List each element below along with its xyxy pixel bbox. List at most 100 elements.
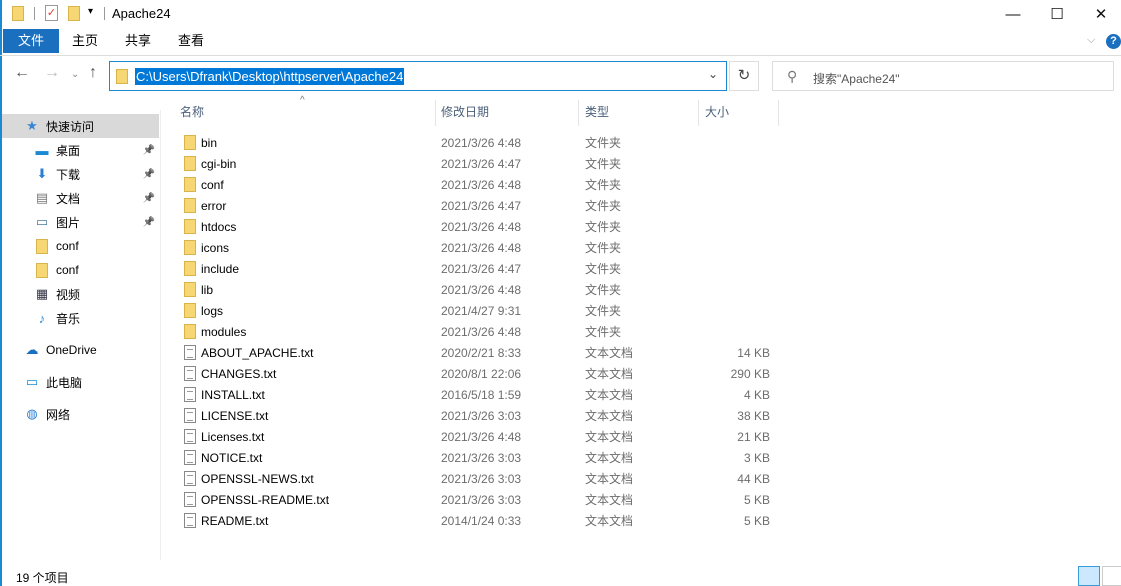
file-row[interactable]: OPENSSL-NEWS.txt 2021/3/26 3:03 文本文档 44 …	[176, 468, 776, 489]
file-type: 文本文档	[585, 472, 634, 486]
forward-button[interactable]: →	[44, 64, 60, 82]
folder-icon	[184, 177, 196, 192]
details-view-button[interactable]	[1078, 566, 1100, 586]
file-row[interactable]: modules 2021/3/26 4:48 文件夹	[176, 321, 776, 342]
file-row[interactable]: lib 2021/3/26 4:48 文件夹	[176, 279, 776, 300]
file-row[interactable]: error 2021/3/26 4:47 文件夹	[176, 195, 776, 216]
file-type: 文件夹	[585, 178, 622, 192]
file-name: error	[201, 198, 227, 213]
tab-view[interactable]: 查看	[166, 29, 216, 53]
sidebar-item[interactable]: ◍ 网络	[2, 402, 159, 426]
folder-icon	[184, 198, 196, 213]
file-size: 44 KB	[737, 471, 770, 486]
text-file-icon	[184, 408, 196, 423]
sidebar-item[interactable]: ▦ 视频	[2, 282, 159, 306]
file-row[interactable]: INSTALL.txt 2016/5/18 1:59 文本文档 4 KB	[176, 384, 776, 405]
file-type: 文件夹	[585, 283, 622, 297]
sidebar-item[interactable]: ▭ 此电脑	[2, 370, 159, 394]
search-input[interactable]: ⚲ 搜索"Apache24"	[772, 61, 1114, 91]
file-row[interactable]: bin 2021/3/26 4:48 文件夹	[176, 132, 776, 153]
file-date: 2021/3/26 3:03	[441, 471, 522, 486]
sidebar-item-label: 视频	[56, 287, 81, 302]
help-icon[interactable]: ?	[1106, 34, 1121, 49]
column-header-type[interactable]: 类型	[585, 104, 609, 126]
folder-icon	[184, 240, 196, 255]
sidebar-item[interactable]: ☁ OneDrive	[2, 338, 159, 362]
file-type: 文件夹	[585, 262, 622, 276]
file-name: OPENSSL-README.txt	[201, 492, 330, 507]
column-divider[interactable]	[778, 100, 779, 126]
properties-icon[interactable]: ✓	[45, 5, 58, 21]
column-divider[interactable]	[578, 100, 579, 126]
up-button[interactable]: ↑	[89, 64, 97, 82]
pin-icon[interactable]: 📌	[143, 145, 155, 156]
file-row[interactable]: icons 2021/3/26 4:48 文件夹	[176, 237, 776, 258]
refresh-button[interactable]: ↻	[729, 61, 759, 91]
file-size: 14 KB	[737, 345, 770, 360]
column-divider[interactable]	[435, 100, 436, 126]
tab-home[interactable]: 主页	[60, 29, 110, 53]
pin-icon[interactable]: 📌	[143, 217, 155, 228]
file-row[interactable]: README.txt 2014/1/24 0:33 文本文档 5 KB	[176, 510, 776, 531]
video-icon: ▦	[35, 286, 49, 301]
file-row[interactable]: ABOUT_APACHE.txt 2020/2/21 8:33 文本文档 14 …	[176, 342, 776, 363]
close-button[interactable]: ✕	[1078, 0, 1121, 28]
folder-icon	[184, 261, 196, 276]
file-date: 2021/3/26 4:48	[441, 429, 522, 444]
file-row[interactable]: OPENSSL-README.txt 2021/3/26 3:03 文本文档 5…	[176, 489, 776, 510]
sidebar-item[interactable]: ★ 快速访问	[2, 114, 159, 138]
file-date: 2021/3/26 4:48	[441, 240, 522, 255]
file-date: 2021/3/26 4:47	[441, 198, 522, 213]
new-folder-icon[interactable]	[68, 6, 80, 21]
file-type: 文件夹	[585, 304, 622, 318]
file-name: logs	[201, 303, 224, 318]
sidebar-item[interactable]: ▤ 文档 📌	[2, 186, 159, 210]
sidebar-item[interactable]: conf	[2, 258, 159, 282]
sidebar-item-label: 此电脑	[46, 375, 83, 390]
tab-file[interactable]: 文件	[3, 29, 59, 53]
large-icons-view-button[interactable]	[1102, 566, 1121, 586]
column-header-date[interactable]: 修改日期	[441, 104, 489, 126]
address-bar[interactable]: C:\Users\Dfrank\Desktop\httpserver\Apach…	[109, 61, 727, 91]
sidebar-item[interactable]: ▭ 图片 📌	[2, 210, 159, 234]
column-divider[interactable]	[698, 100, 699, 126]
back-button[interactable]: ←	[14, 64, 30, 82]
expand-ribbon-icon[interactable]: ⌵	[1087, 34, 1095, 47]
status-item-count: 19 个项目	[16, 571, 69, 585]
column-header-size[interactable]: 大小	[705, 104, 729, 126]
column-header-name[interactable]: 名称	[180, 104, 204, 126]
folder-icon	[184, 303, 196, 318]
pin-icon[interactable]: 📌	[143, 193, 155, 204]
address-path[interactable]: C:\Users\Dfrank\Desktop\httpserver\Apach…	[135, 68, 405, 85]
sidebar-item[interactable]: conf	[2, 234, 159, 258]
minimize-button[interactable]: —	[990, 0, 1036, 28]
file-name: README.txt	[201, 513, 269, 528]
recent-locations-icon[interactable]: ⌄	[71, 69, 79, 80]
search-placeholder: 搜索"Apache24"	[813, 72, 900, 86]
text-file-icon	[184, 345, 196, 360]
file-type: 文件夹	[585, 136, 622, 150]
file-date: 2014/1/24 0:33	[441, 513, 522, 528]
sidebar-item[interactable]: ▬ 桌面 📌	[2, 138, 159, 162]
file-row[interactable]: LICENSE.txt 2021/3/26 3:03 文本文档 38 KB	[176, 405, 776, 426]
file-row[interactable]: CHANGES.txt 2020/8/1 22:06 文本文档 290 KB	[176, 363, 776, 384]
file-row[interactable]: include 2021/3/26 4:47 文件夹	[176, 258, 776, 279]
customize-toolbar-icon[interactable]: ▾	[88, 6, 93, 17]
maximize-button[interactable]: ☐	[1034, 0, 1080, 28]
pin-icon[interactable]: 📌	[143, 169, 155, 180]
file-row[interactable]: conf 2021/3/26 4:48 文件夹	[176, 174, 776, 195]
file-row[interactable]: NOTICE.txt 2021/3/26 3:03 文本文档 3 KB	[176, 447, 776, 468]
file-row[interactable]: logs 2021/4/27 9:31 文件夹	[176, 300, 776, 321]
tab-share[interactable]: 共享	[113, 29, 163, 53]
sidebar-item[interactable]: ⬇ 下载 📌	[2, 162, 159, 186]
sidebar-item[interactable]: ♪ 音乐	[2, 306, 159, 330]
file-date: 2016/5/18 1:59	[441, 387, 522, 402]
file-row[interactable]: htdocs 2021/3/26 4:48 文件夹	[176, 216, 776, 237]
file-name: INSTALL.txt	[201, 387, 265, 402]
address-dropdown-icon[interactable]: ⌄	[708, 67, 718, 81]
sidebar-item-label: 文档	[56, 191, 81, 206]
folder-icon	[184, 324, 196, 339]
file-row[interactable]: Licenses.txt 2021/3/26 4:48 文本文档 21 KB	[176, 426, 776, 447]
sidebar-item-label: 下载	[56, 167, 81, 182]
file-row[interactable]: cgi-bin 2021/3/26 4:47 文件夹	[176, 153, 776, 174]
